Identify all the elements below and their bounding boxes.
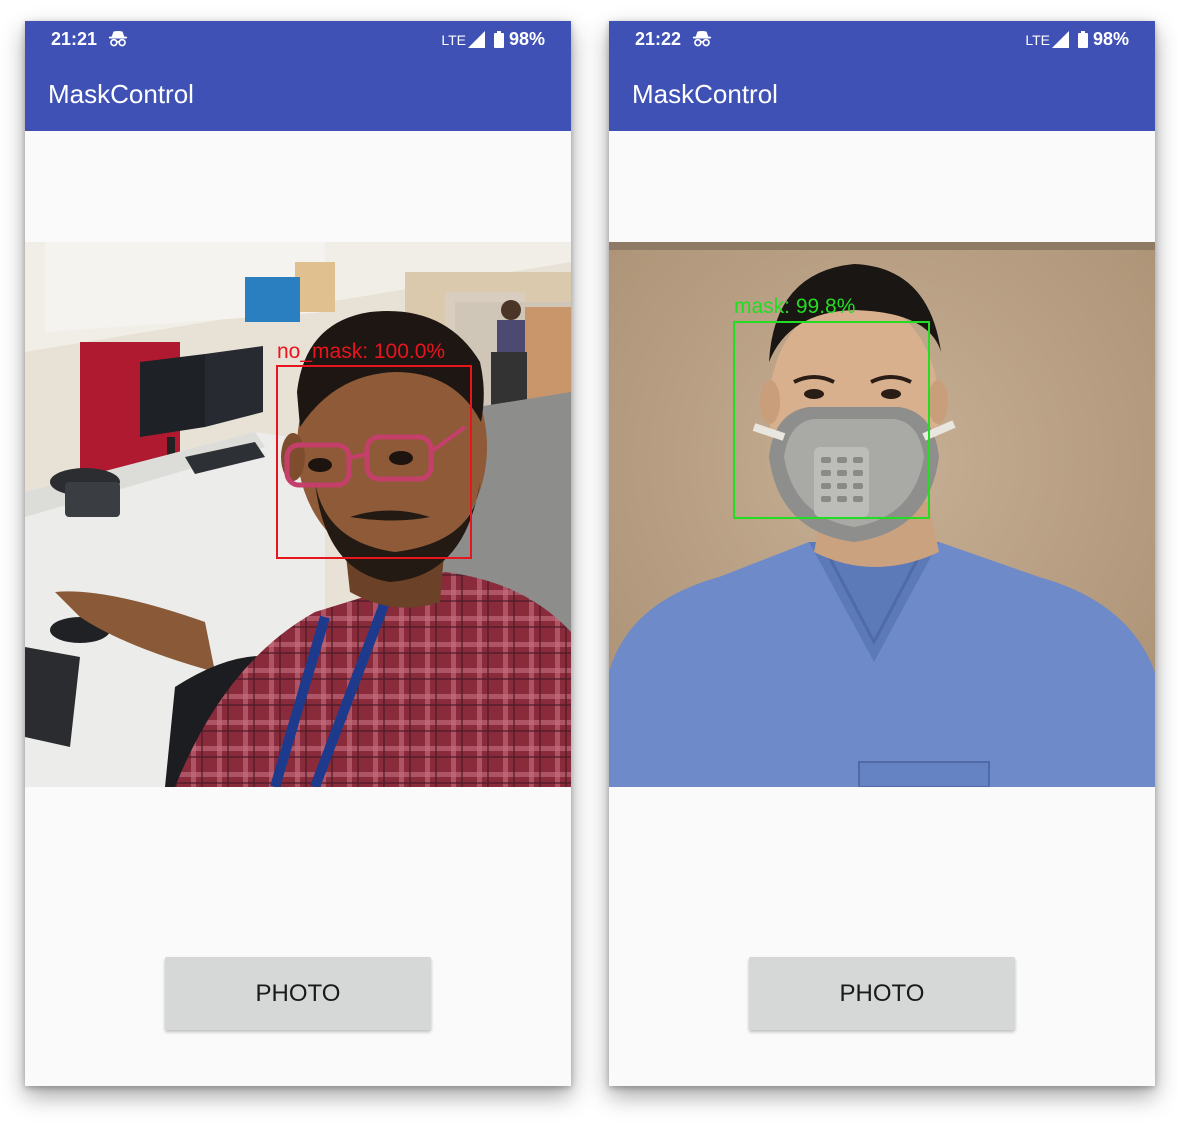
signal-icon [1051, 31, 1069, 48]
phone-screen-2: 21:22 LTE 98% MaskControl mask: 99.8% PH… [609, 21, 1155, 1086]
network-type: LTE [441, 31, 466, 48]
phone-screen-1: 21:21 LTE 98% MaskControl no_mask: 100.0… [25, 21, 571, 1086]
battery-icon [1077, 31, 1088, 48]
captured-photo: mask: 99.8% [609, 242, 1155, 787]
detection-label: no_mask: 100.0% [277, 340, 445, 363]
app-title: MaskControl [632, 79, 778, 109]
app-bar: 21:22 LTE 98% MaskControl [609, 21, 1155, 131]
detection-label: mask: 99.8% [734, 295, 855, 318]
incognito-icon [108, 30, 128, 47]
status-bar: 21:21 LTE 98% [25, 21, 571, 57]
status-indicators: LTE 98% [441, 29, 545, 50]
office-scene-image: no_mask: 100.0% [25, 242, 571, 787]
battery-percent: 98% [1092, 29, 1129, 49]
battery-percent: 98% [508, 29, 545, 49]
status-indicators: LTE 98% [1025, 29, 1129, 50]
status-bar: 21:22 LTE 98% [609, 21, 1155, 57]
photo-button[interactable]: PHOTO [749, 957, 1015, 1030]
network-type: LTE [1025, 31, 1050, 48]
app-bar: 21:21 LTE 98% MaskControl [25, 21, 571, 131]
photo-button[interactable]: PHOTO [165, 957, 431, 1030]
signal-icon [467, 31, 485, 48]
app-title: MaskControl [48, 79, 194, 109]
status-time: 21:21 [51, 29, 98, 49]
captured-photo: no_mask: 100.0% [25, 242, 571, 787]
battery-icon [493, 31, 504, 48]
status-time: 21:22 [635, 29, 682, 49]
masked-person-image: mask: 99.8% [609, 242, 1155, 787]
incognito-icon [692, 30, 712, 47]
